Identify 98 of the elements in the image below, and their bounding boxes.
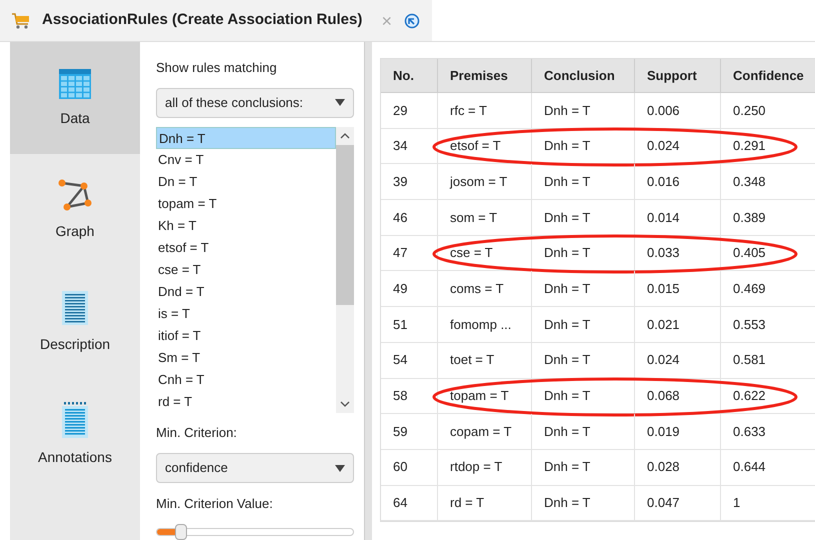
table-cell: 0.028 <box>635 450 721 485</box>
table-cell: 1 <box>721 486 815 520</box>
column-header[interactable]: Conclusion <box>532 59 635 92</box>
table-cell: 54 <box>381 342 438 378</box>
list-item[interactable]: etsof = T <box>156 236 336 258</box>
table-cell: 0.024 <box>635 342 721 378</box>
criterion-dropdown[interactable]: confidence <box>156 453 354 483</box>
table-cell: 46 <box>381 200 438 235</box>
table-cell: 60 <box>381 450 438 485</box>
column-header[interactable]: Support <box>635 59 721 92</box>
table-cell: rd = T <box>438 486 532 520</box>
table-cell: Dnh = T <box>532 307 635 342</box>
table-cell: topam = T <box>438 378 532 414</box>
sidebar-item[interactable]: Description <box>10 266 140 378</box>
table-cell: 49 <box>381 271 438 306</box>
table-cell: 64 <box>381 486 438 520</box>
table-cell: Dnh = T <box>532 342 635 378</box>
table-cell: Dnh = T <box>532 236 635 270</box>
shopping-cart-icon <box>12 12 30 28</box>
table-cell: 0.644 <box>721 450 815 485</box>
table-cell: 39 <box>381 164 438 200</box>
table-cell: 0.019 <box>635 414 721 449</box>
table-cell: Dnh = T <box>532 164 635 200</box>
list-item[interactable]: rd = T <box>156 390 336 412</box>
list-item[interactable]: topam = T <box>156 192 336 214</box>
table-cell: 0.021 <box>635 307 721 342</box>
table-cell: cse = T <box>438 236 532 270</box>
sidebar-item[interactable]: Data <box>10 42 140 154</box>
document-icon <box>61 290 89 326</box>
window-title: AssociationRules (Create Association Rules) <box>42 10 362 30</box>
table-cell: Dnh = T <box>532 128 635 164</box>
list-item[interactable]: cse = T <box>156 258 336 280</box>
table-cell: 0.014 <box>635 200 721 235</box>
table-cell: Dnh = T <box>532 486 635 520</box>
table-cell: 0.047 <box>635 486 721 520</box>
dropdown-caret-icon <box>335 464 345 472</box>
slider-thumb[interactable] <box>174 524 187 540</box>
criterion-value-label: Min. Criterion Value: <box>156 495 274 513</box>
list-item[interactable]: itiof = T <box>156 324 336 346</box>
restore-icon[interactable] <box>404 12 420 28</box>
list-item[interactable]: Sm = T <box>156 346 336 368</box>
table-cell: 0.405 <box>721 236 815 270</box>
list-item[interactable]: is = T <box>156 302 336 324</box>
table-cell: 29 <box>381 93 438 128</box>
sidebar-item[interactable]: Annotations <box>10 378 140 490</box>
table-cell: 34 <box>381 128 438 164</box>
table-cell: Dnh = T <box>532 271 635 306</box>
dropdown-caret-icon <box>335 99 345 106</box>
table-cell: 0.389 <box>721 200 815 235</box>
table-cell: 0.068 <box>635 378 721 414</box>
table-cell: copam = T <box>438 414 532 449</box>
table-cell: 0.553 <box>721 307 815 342</box>
table-cell: 0.291 <box>721 128 815 164</box>
column-header[interactable]: No. <box>381 59 438 92</box>
filter-label: Show rules matching <box>156 59 278 77</box>
table-cell: 51 <box>381 307 438 342</box>
table-cell: 58 <box>381 378 438 414</box>
table-cell: rfc = T <box>438 93 532 128</box>
list-item[interactable]: Cnh = T <box>156 368 336 390</box>
table-cell: coms = T <box>438 271 532 306</box>
table-cell: 0.348 <box>721 164 815 200</box>
table-icon <box>58 68 92 100</box>
table-cell: 0.622 <box>721 378 815 414</box>
table-cell: fomomp ... <box>438 307 532 342</box>
table-cell: josom = T <box>438 164 532 200</box>
column-header[interactable]: Confidence <box>721 59 815 92</box>
table-cell: 0.581 <box>721 342 815 378</box>
sidebar-item[interactable]: Graph <box>10 154 140 266</box>
table-cell: 0.469 <box>721 271 815 306</box>
criterion-label: Min. Criterion: <box>156 424 238 442</box>
table-cell: 47 <box>381 236 438 270</box>
graph-icon <box>58 178 92 212</box>
list-item[interactable]: Dn = T <box>156 170 336 192</box>
table-cell: etsof = T <box>438 128 532 164</box>
table-cell: Dnh = T <box>532 93 635 128</box>
table-cell: som = T <box>438 200 532 235</box>
list-item[interactable]: Cnv = T <box>156 148 336 170</box>
table-cell: 0.633 <box>721 414 815 449</box>
table-cell: Dnh = T <box>532 200 635 235</box>
scrollbar[interactable] <box>336 126 354 412</box>
table-cell: toet = T <box>438 342 532 378</box>
match-mode-dropdown[interactable]: all of these conclusions: <box>156 88 354 118</box>
table-cell: 0.024 <box>635 128 721 164</box>
table-cell: 0.015 <box>635 271 721 306</box>
table-cell: Dnh = T <box>532 450 635 485</box>
table-cell: 0.006 <box>635 93 721 128</box>
list-item[interactable]: Dnd = T <box>156 280 336 302</box>
table-cell: 0.016 <box>635 164 721 200</box>
column-header[interactable]: Premises <box>438 59 532 92</box>
list-item[interactable]: Kh = T <box>156 214 336 236</box>
notepad-icon <box>61 400 89 438</box>
table-cell: 0.250 <box>721 93 815 128</box>
table-cell: 0.033 <box>635 236 721 270</box>
table-cell: rtdop = T <box>438 450 532 485</box>
list-item[interactable]: Dnh = T <box>156 126 336 148</box>
table-cell: Dnh = T <box>532 378 635 414</box>
table-cell: Dnh = T <box>532 414 635 449</box>
table-cell: 59 <box>381 414 438 449</box>
